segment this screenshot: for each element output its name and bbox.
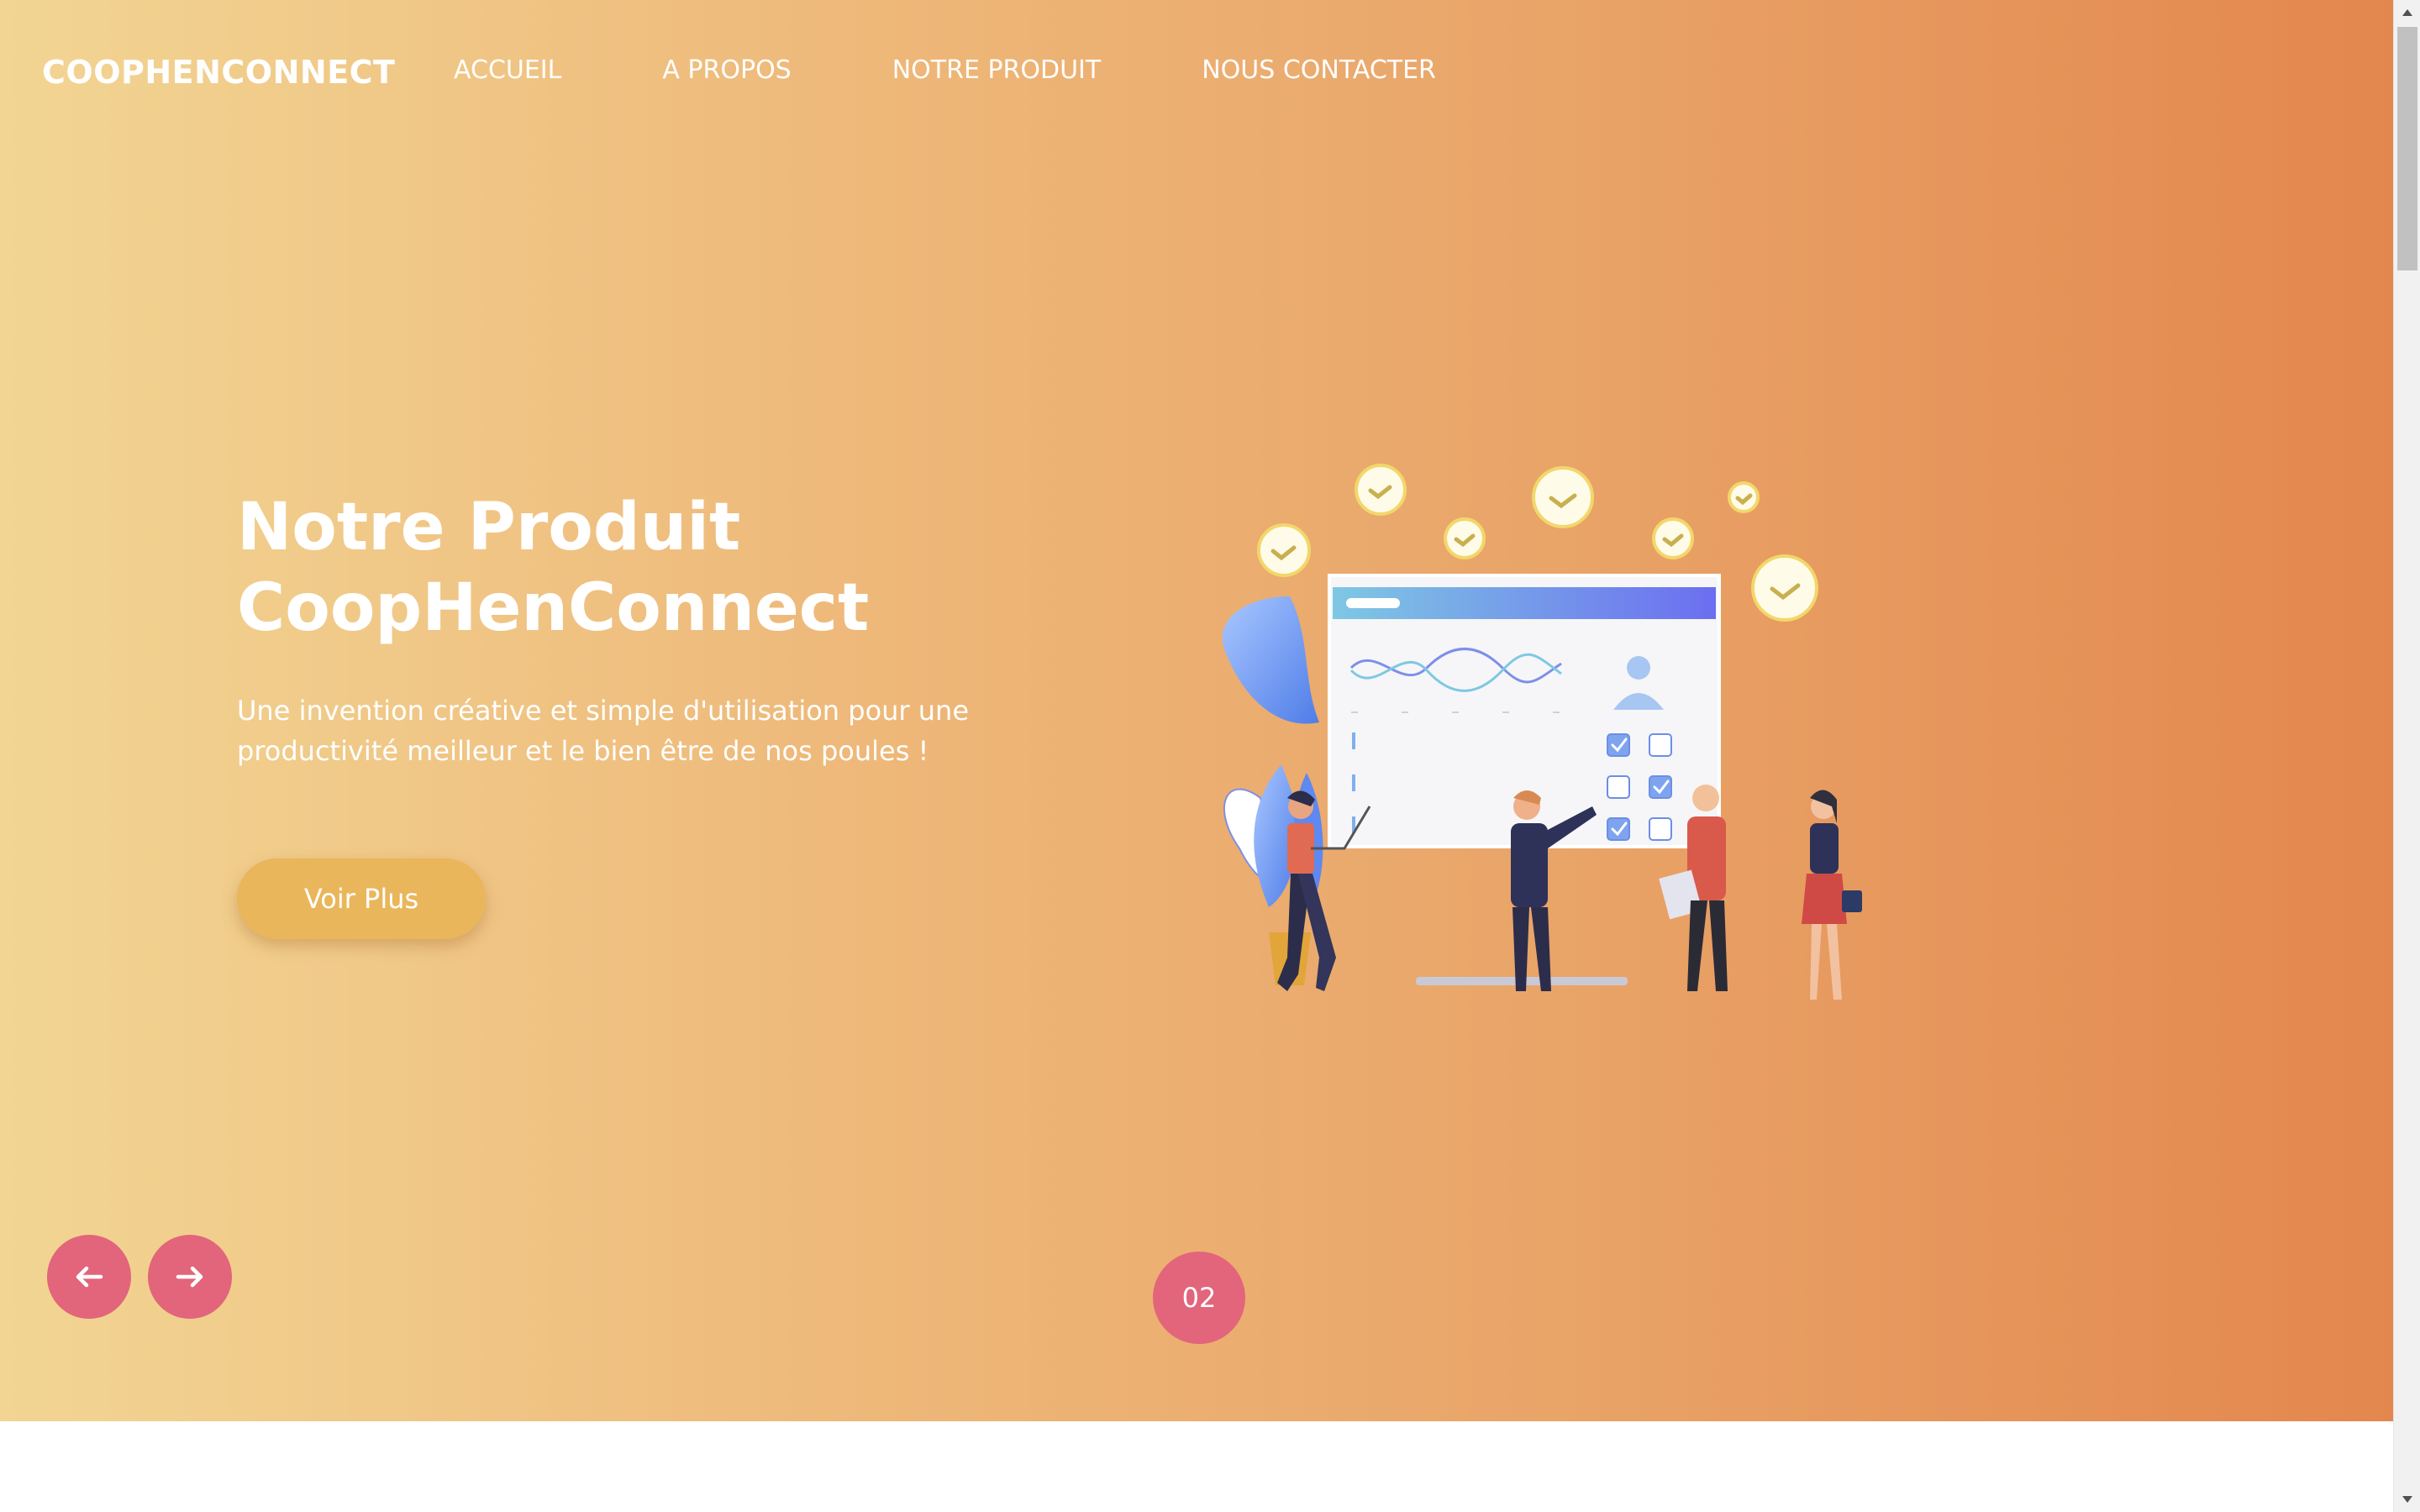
next-section (0, 1421, 2393, 1512)
site-logo[interactable]: COOPHENCONNECT (42, 54, 395, 91)
hero-description: Une invention créative et simple d'utili… (237, 695, 969, 767)
next-slide-button[interactable] (148, 1235, 232, 1319)
nav-item-notre-produit[interactable]: NOTRE PRODUIT (892, 55, 1102, 85)
triangle-up-icon (2402, 9, 2412, 16)
scroll-down-button[interactable] (2394, 1487, 2420, 1512)
main-nav: ACCUEIL A PROPOS NOTRE PRODUIT NOUS CONT… (454, 55, 1537, 85)
nav-item-nous-contacter[interactable]: NOUS CONTACTER (1202, 55, 1436, 85)
hero-title-line2: CoopHenConnect (237, 570, 870, 646)
voir-plus-button[interactable]: Voir Plus (237, 858, 486, 939)
prev-slide-button[interactable] (47, 1235, 131, 1319)
nav-item-a-propos[interactable]: A PROPOS (662, 55, 791, 85)
team-dashboard-illustration (1222, 464, 1862, 1000)
triangle-down-icon (2402, 1496, 2412, 1503)
hero-title: Notre Produit CoopHenConnect (237, 487, 1161, 648)
hero-title-line1: Notre Produit (237, 490, 741, 565)
scrollbar-thumb[interactable] (2397, 27, 2417, 270)
hero-section: COOPHENCONNECT ACCUEIL A PROPOS NOTRE PR… (0, 0, 2393, 1421)
slide-indicator: 02 (1153, 1252, 1245, 1344)
arrow-right-icon (176, 1266, 203, 1288)
nav-item-accueil[interactable]: ACCUEIL (454, 55, 561, 85)
page: COOPHENCONNECT ACCUEIL A PROPOS NOTRE PR… (0, 0, 2420, 1512)
vertical-scrollbar[interactable] (2393, 0, 2420, 1512)
person-briefcase (1802, 790, 1862, 1000)
scroll-up-button[interactable] (2394, 0, 2420, 25)
arrow-left-icon (76, 1266, 103, 1288)
